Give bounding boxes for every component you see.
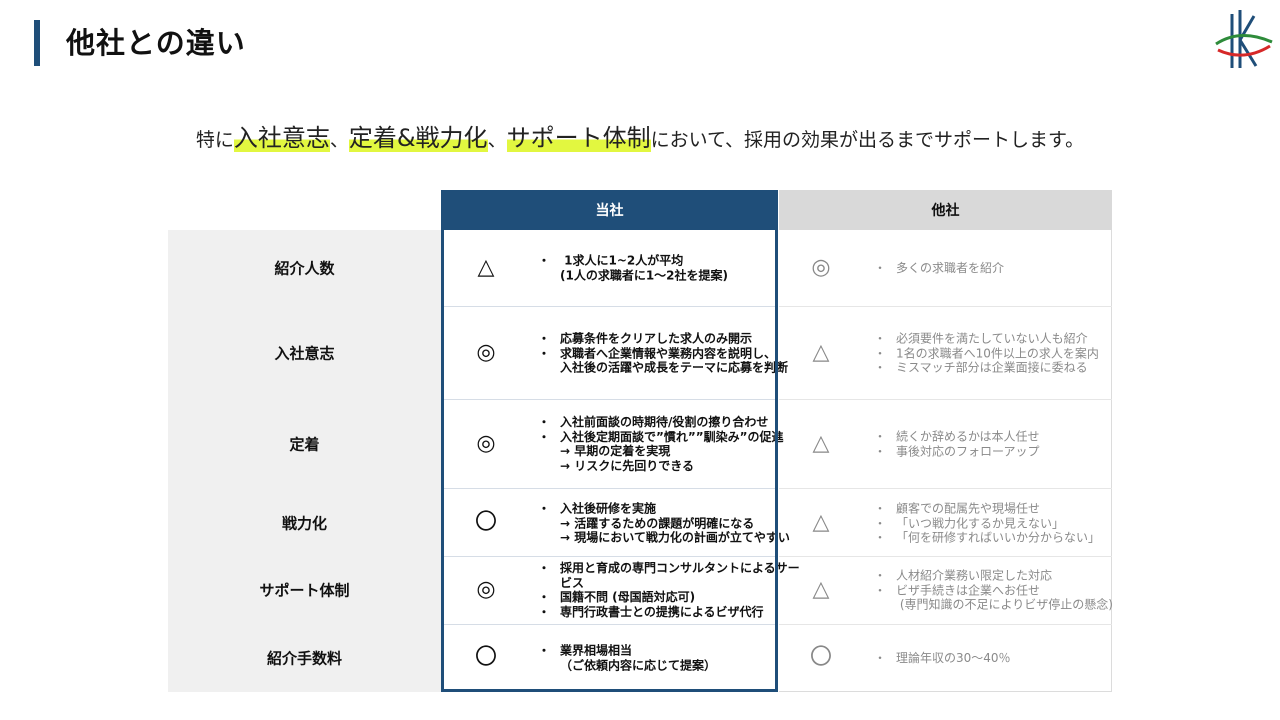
description-item: 国籍不問 (母国語対応可) [538,590,800,605]
description-item: 事後対応のフォローアップ [874,444,1040,459]
description-item: ミスマッチ部分は企業面接に委ねる [874,360,1099,375]
row-label-column [168,230,441,692]
row-divider [779,556,1112,557]
other-rating-mark: ◎ [811,255,831,280]
description-item: ビザ手続きは企業へお任せ [874,583,1113,598]
our-rating-mark: △ [477,255,495,280]
description-item: 続くか辞めるかは本人任せ [874,430,1040,445]
row-label: 定着 [289,435,320,454]
description-item: ビス [560,575,585,590]
other-rating-mark: △ [812,577,830,602]
other-rating-mark: △ [812,510,830,535]
description-item: 顧客での配属先や現場任せ [874,501,1100,516]
row-divider [441,399,778,400]
description-item: 理論年収の30～40％ [874,651,1011,666]
our-description-list: 入社前面談の時期待/役割の擦り合わせ入社後定期面談で”慣れ””馴染み”の促進→ … [538,415,784,473]
our-rating-mark: 〇 [474,510,497,535]
description-item: 求職者へ企業情報や業務内容を説明し、 [538,346,788,361]
description-item: 1求人に1~2人が平均 [538,254,728,269]
description-item: 専門行政書士との提携によるビザ代行 [538,605,800,620]
row-divider [779,624,1112,625]
row-divider [779,488,1112,489]
description-item: 入社後定期面談で”慣れ””馴染み”の促進 [538,430,784,445]
other-rating-mark: 〇 [809,645,832,670]
other-rating-mark: △ [812,431,830,456]
description-item: 採用と育成の専門コンサルタントによるサー [538,561,800,576]
description-item: 必須要件を満たしていない人も紹介 [874,331,1099,346]
description-item: 「何を研修すればいいか分からない」 [874,530,1100,545]
description-item: → 活躍するための課題が明確になる [560,515,755,530]
description-item: 応募条件をクリアした求人のみ開示 [538,331,788,346]
row-label: 入社意志 [274,344,335,363]
comparison-table: 当社 他社 紹介人数 △ ◎ 1求人に1~2人が平均(1人の求職者に1～2社を提案)… [0,0,1280,720]
our-description-list: 採用と育成の専門コンサルタントによるサービス国籍不問 (母国語対応可)専門行政書… [538,561,800,620]
our-description-list: 1求人に1~2人が平均(1人の求職者に1～2社を提案) [538,254,729,283]
description-item: (1人の求職者に1～2社を提案) [560,268,729,282]
row-divider [779,306,1112,307]
our-rating-mark: ◎ [476,431,496,456]
description-item: → 早期の定着を実現 [560,444,671,458]
row-divider [441,556,778,557]
description-item: 入社後研修を実施 [538,501,790,516]
row-label: 紹介手数料 [266,649,342,668]
our-description-list: 入社後研修を実施→ 活躍するための課題が明確になる→ 現場において戦力化の計画が… [538,501,790,545]
description-item: → リスクに先回りできる [560,458,694,473]
description-item: 1名の求職者へ10件以上の求人を案内 [874,346,1099,361]
description-item: 多くの求職者を紹介 [874,261,1004,276]
description-item: 「いつ戦力化するか見えない」 [874,516,1100,531]
other-description-list: 人材紹介業務い限定した対応ビザ手続きは企業へお任せ (専門知識の不足によりビザ停… [874,568,1113,612]
other-description-list: 理論年収の30～40％ [874,651,1011,666]
our-rating-mark: ◎ [476,577,496,602]
description-item: 人材紹介業務い限定した対応 [874,568,1113,583]
our-rating-mark: ◎ [476,340,496,365]
row-divider [441,306,778,307]
row-label: 戦力化 [281,514,327,533]
row-divider [441,624,778,625]
description-item: 入社後の活躍や成長をテーマに応募を判断 [560,360,789,375]
description-item: (専門知識の不足によりビザ停止の懸念) [896,597,1113,612]
description-item: 入社前面談の時期待/役割の擦り合わせ [538,415,784,430]
row-label: サポート体制 [259,581,350,600]
description-item: → 現場において戦力化の計画が立てやすい [560,530,790,545]
other-rating-mark: △ [812,340,830,365]
header-our-company: 当社 [441,190,778,230]
other-description-list: 多くの求職者を紹介 [874,261,1004,276]
row-divider [779,399,1112,400]
description-item: 業界相場相当 [538,644,716,659]
description-item: （ご依頼内容に応じて提案） [560,658,717,672]
row-label: 紹介人数 [274,259,335,278]
our-rating-mark: 〇 [474,645,497,670]
row-divider [441,488,778,489]
other-description-list: 続くか辞めるかは本人任せ事後対応のフォローアップ [874,430,1040,459]
other-description-list: 顧客での配属先や現場任せ「いつ戦力化するか見えない」「何を研修すればいいか分から… [874,501,1100,545]
header-other-company: 他社 [779,190,1112,230]
other-description-list: 必須要件を満たしていない人も紹介1名の求職者へ10件以上の求人を案内ミスマッチ部… [874,331,1099,375]
our-description-list: 応募条件をクリアした求人のみ開示求職者へ企業情報や業務内容を説明し、入社後の活躍… [538,331,789,375]
our-description-list: 業界相場相当（ご依頼内容に応じて提案） [538,644,717,673]
